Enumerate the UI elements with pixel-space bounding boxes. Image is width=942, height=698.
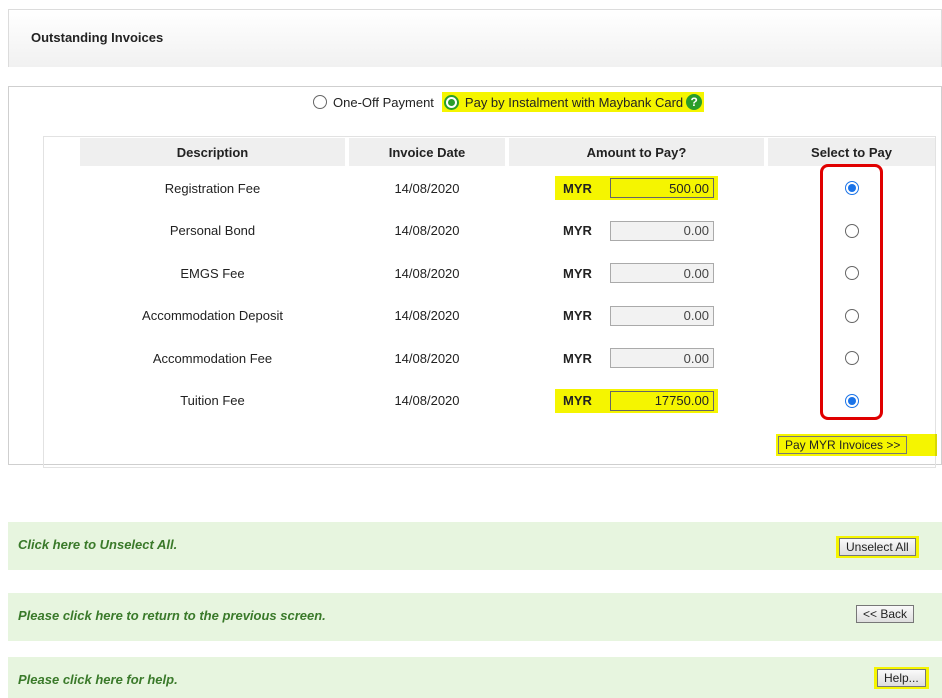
select-cell — [768, 252, 935, 294]
amount-input[interactable]: 0.00 — [609, 263, 714, 283]
column-header-description: Description — [80, 138, 345, 166]
unselect-all-button[interactable]: Unselect All — [839, 538, 916, 556]
select-cell — [768, 210, 935, 252]
pay-button-highlight: Pay MYR Invoices >> — [776, 434, 937, 456]
amount-group: MYR 500.00 — [555, 176, 718, 200]
invoice-description: Accommodation Fee — [152, 350, 273, 366]
back-button[interactable]: << Back — [856, 605, 915, 623]
table-header: Description Invoice Date Amount to Pay? … — [80, 138, 935, 166]
amount-cell: MYR 500.00 — [509, 167, 764, 209]
currency-label: MYR — [563, 180, 592, 196]
amount-input[interactable]: 500.00 — [609, 178, 714, 198]
invoice-date: 14/08/2020 — [394, 223, 460, 238]
column-header-select: Select to Pay — [768, 138, 935, 166]
unselect-all-highlight: Unselect All — [836, 536, 919, 558]
help-highlight: Help... — [874, 667, 929, 689]
select-cell — [768, 295, 935, 337]
invoices-panel: One-Off Payment Pay by Instalment with M… — [8, 86, 942, 468]
select-to-pay-radio[interactable] — [844, 181, 859, 195]
amount-cell: MYR 0.00 — [509, 295, 764, 337]
invoice-date: 14/08/2020 — [394, 393, 460, 408]
back-text: Please click here to return to the previ… — [18, 608, 326, 623]
table-row: Accommodation Deposit 14/08/2020 MYR 0.00 — [44, 295, 937, 337]
amount-input[interactable]: 17750.00 — [609, 390, 714, 411]
unselect-all-button-wrap: Unselect All — [836, 536, 919, 558]
invoice-description: Tuition Fee — [180, 393, 245, 408]
select-to-pay-radio[interactable] — [844, 308, 859, 323]
column-header-amount: Amount to Pay? — [509, 138, 764, 166]
select-to-pay-radio[interactable] — [844, 351, 859, 365]
pay-myr-invoices-button[interactable]: Pay MYR Invoices >> — [778, 436, 908, 454]
help-button[interactable]: Help... — [877, 669, 926, 687]
invoice-date: 14/08/2020 — [394, 308, 460, 323]
amount-cell: MYR 0.00 — [509, 252, 764, 294]
amount-cell: MYR 0.00 — [509, 210, 764, 252]
amount-group: MYR 17750.00 — [555, 388, 718, 413]
unselect-all-row: Click here to Unselect All. Unselect All — [8, 522, 942, 570]
currency-label: MYR — [563, 393, 592, 408]
invoice-description: EMGS Fee — [180, 265, 245, 281]
instalment-radio[interactable] — [443, 94, 459, 110]
invoice-date: 14/08/2020 — [394, 350, 460, 366]
currency-label: MYR — [563, 223, 592, 238]
unselect-all-text: Click here to Unselect All. — [18, 537, 178, 552]
select-to-pay-radio[interactable] — [844, 223, 859, 238]
amount-group: MYR 0.00 — [559, 220, 714, 241]
currency-label: MYR — [563, 265, 592, 281]
one-off-payment-radio[interactable] — [313, 95, 327, 109]
instalment-option-highlight: Pay by Instalment with Maybank Card ? — [441, 92, 705, 112]
invoice-date: 14/08/2020 — [394, 265, 460, 281]
currency-label: MYR — [563, 308, 592, 323]
amount-input[interactable]: 0.00 — [609, 305, 714, 326]
invoice-description: Accommodation Deposit — [142, 308, 283, 323]
table-row: Registration Fee 14/08/2020 MYR 500.00 — [44, 167, 937, 209]
amount-group: MYR 0.00 — [559, 348, 714, 368]
select-cell — [768, 380, 935, 422]
select-cell — [768, 337, 935, 379]
select-cell — [768, 167, 935, 209]
instalment-label: Pay by Instalment with Maybank Card — [464, 94, 684, 110]
one-off-payment-label: One-Off Payment — [333, 94, 434, 110]
table-row: EMGS Fee 14/08/2020 MYR 0.00 — [44, 252, 937, 294]
invoice-date: 14/08/2020 — [394, 180, 460, 196]
invoice-description: Registration Fee — [164, 180, 261, 196]
question-circle-icon[interactable]: ? — [686, 94, 703, 110]
select-to-pay-radio[interactable] — [844, 266, 859, 280]
amount-group: MYR 0.00 — [559, 305, 714, 326]
select-to-pay-radio[interactable] — [844, 393, 859, 408]
amount-input[interactable]: 0.00 — [609, 220, 714, 241]
help-text: Please click here for help. — [18, 672, 178, 687]
column-header-invoice-date: Invoice Date — [349, 138, 505, 166]
back-row: Please click here to return to the previ… — [8, 593, 942, 641]
table-row: Accommodation Fee 14/08/2020 MYR 0.00 — [44, 337, 937, 379]
help-row: Please click here for help. Help... — [8, 657, 942, 698]
table-row: Personal Bond 14/08/2020 MYR 0.00 — [44, 210, 937, 252]
invoices-table: Description Invoice Date Amount to Pay? … — [43, 136, 936, 468]
amount-cell: MYR 17750.00 — [509, 380, 764, 422]
amount-group: MYR 0.00 — [559, 263, 714, 283]
page-title: Outstanding Invoices — [31, 30, 164, 45]
back-button-wrap: << Back — [856, 605, 915, 623]
invoice-description: Personal Bond — [169, 223, 256, 238]
table-row: Tuition Fee 14/08/2020 MYR 17750.00 — [44, 380, 937, 422]
amount-input[interactable]: 0.00 — [609, 348, 714, 368]
payment-option-group: One-Off Payment Pay by Instalment with M… — [313, 91, 705, 113]
currency-label: MYR — [563, 350, 592, 366]
outstanding-invoices-header: Outstanding Invoices — [8, 9, 942, 67]
amount-cell: MYR 0.00 — [509, 337, 764, 379]
help-button-wrap: Help... — [874, 667, 929, 689]
